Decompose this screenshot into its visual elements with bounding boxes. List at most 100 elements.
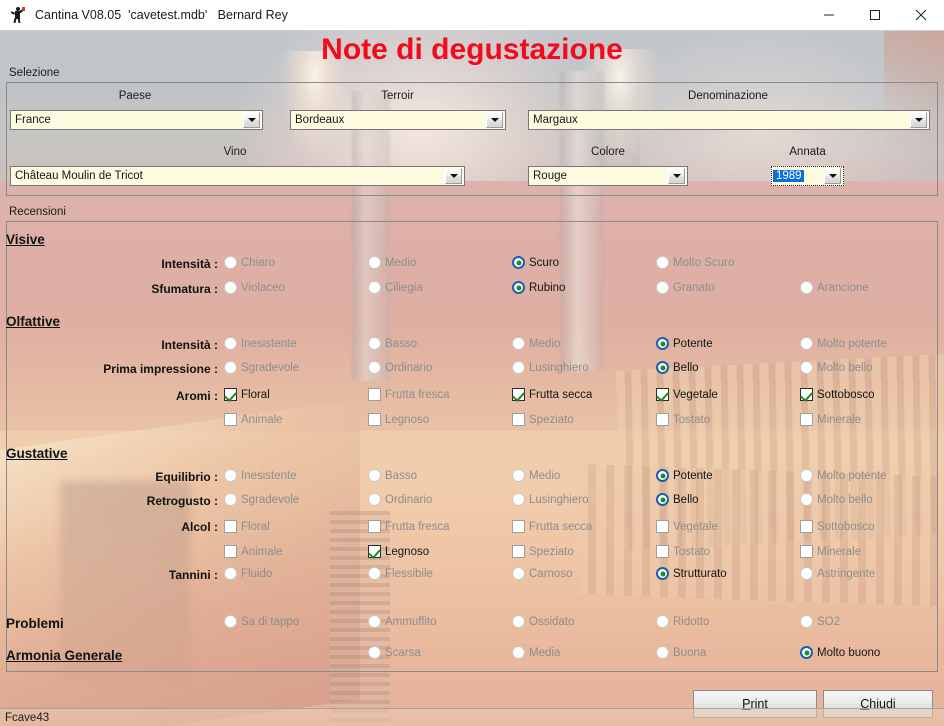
radio-rubino[interactable]: Rubino — [512, 281, 565, 294]
radio-icon[interactable] — [656, 337, 669, 350]
radio-inesistente[interactable]: Inesistente — [224, 337, 297, 350]
radio-molto-bello[interactable]: Molto bello — [800, 361, 873, 374]
radio-molto-potente[interactable]: Molto potente — [800, 469, 887, 482]
radio-sgradevole[interactable]: Sgradevole — [224, 361, 299, 374]
radio-icon[interactable] — [368, 337, 381, 350]
radio-molto-potente[interactable]: Molto potente — [800, 337, 887, 350]
radio-icon[interactable] — [224, 337, 237, 350]
checkbox-icon[interactable] — [368, 413, 381, 426]
radio-icon[interactable] — [224, 567, 237, 580]
radio-icon[interactable] — [224, 256, 237, 269]
radio-icon[interactable] — [368, 469, 381, 482]
radio-icon[interactable] — [656, 615, 669, 628]
radio-icon[interactable] — [368, 567, 381, 580]
checkbox-sottobosco[interactable]: Sottobosco — [800, 388, 875, 401]
close-icon[interactable] — [898, 0, 944, 30]
radio-buona[interactable]: Buona — [656, 646, 706, 659]
checkbox-icon[interactable] — [656, 520, 669, 533]
radio-icon[interactable] — [656, 646, 669, 659]
checkbox-icon[interactable] — [512, 388, 525, 401]
combo-vino[interactable]: Château Moulin de Tricot — [10, 166, 465, 186]
radio-sa-di-tappo[interactable]: Sa di tappo — [224, 615, 299, 628]
radio-ammuffito[interactable]: Ammuffito — [368, 615, 437, 628]
radio-icon[interactable] — [800, 493, 813, 506]
radio-icon[interactable] — [800, 281, 813, 294]
checkbox-speziato[interactable]: Speziato — [512, 545, 574, 558]
chevron-down-icon[interactable] — [824, 168, 841, 184]
radio-so2[interactable]: SO2 — [800, 615, 840, 628]
radio-lusinghiero[interactable]: Lusinghiero — [512, 361, 588, 374]
radio-molto-bello[interactable]: Molto bello — [800, 493, 873, 506]
radio-icon[interactable] — [512, 281, 525, 294]
radio-carnoso[interactable]: Carnoso — [512, 567, 572, 580]
combo-annata[interactable]: 1989 — [771, 166, 844, 186]
combo-paese[interactable]: France — [10, 110, 263, 130]
radio-ossidato[interactable]: Ossidato — [512, 615, 574, 628]
checkbox-icon[interactable] — [800, 413, 813, 426]
radio-flessibile[interactable]: Flessibile — [368, 567, 433, 580]
checkbox-vegetale[interactable]: Vegetale — [656, 388, 718, 401]
radio-astringente[interactable]: Astringente — [800, 567, 875, 580]
radio-icon[interactable] — [224, 281, 237, 294]
radio-media[interactable]: Media — [512, 646, 560, 659]
checkbox-icon[interactable] — [800, 545, 813, 558]
radio-icon[interactable] — [368, 615, 381, 628]
radio-icon[interactable] — [656, 281, 669, 294]
radio-potente[interactable]: Potente — [656, 469, 713, 482]
radio-icon[interactable] — [512, 646, 525, 659]
radio-fluido[interactable]: Fluido — [224, 567, 272, 580]
radio-icon[interactable] — [368, 361, 381, 374]
checkbox-icon[interactable] — [512, 520, 525, 533]
radio-violaceo[interactable]: Violaceo — [224, 281, 285, 294]
radio-ciliegia[interactable]: Ciliegia — [368, 281, 423, 294]
radio-icon[interactable] — [800, 361, 813, 374]
radio-icon[interactable] — [800, 469, 813, 482]
checkbox-sottobosco[interactable]: Sottobosco — [800, 520, 875, 533]
checkbox-frutta-secca[interactable]: Frutta secca — [512, 520, 592, 533]
radio-basso[interactable]: Basso — [368, 469, 417, 482]
radio-bello[interactable]: Bello — [656, 361, 699, 374]
radio-icon[interactable] — [656, 567, 669, 580]
radio-icon[interactable] — [656, 469, 669, 482]
radio-chiaro[interactable]: Chiaro — [224, 256, 275, 269]
radio-sgradevole[interactable]: Sgradevole — [224, 493, 299, 506]
radio-icon[interactable] — [512, 469, 525, 482]
checkbox-icon[interactable] — [368, 520, 381, 533]
checkbox-icon[interactable] — [656, 413, 669, 426]
checkbox-icon[interactable] — [368, 388, 381, 401]
checkbox-icon[interactable] — [368, 545, 381, 558]
radio-icon[interactable] — [224, 493, 237, 506]
radio-scuro[interactable]: Scuro — [512, 256, 559, 269]
radio-molto-scuro[interactable]: Molto Scuro — [656, 256, 734, 269]
radio-potente[interactable]: Potente — [656, 337, 713, 350]
radio-scarsa[interactable]: Scarsa — [368, 646, 421, 659]
radio-icon[interactable] — [656, 361, 669, 374]
radio-icon[interactable] — [800, 567, 813, 580]
radio-arancione[interactable]: Arancione — [800, 281, 869, 294]
checkbox-icon[interactable] — [512, 545, 525, 558]
radio-inesistente[interactable]: Inesistente — [224, 469, 297, 482]
radio-icon[interactable] — [800, 615, 813, 628]
checkbox-icon[interactable] — [656, 388, 669, 401]
radio-icon[interactable] — [512, 615, 525, 628]
radio-icon[interactable] — [224, 469, 237, 482]
radio-icon[interactable] — [224, 361, 237, 374]
radio-icon[interactable] — [368, 256, 381, 269]
checkbox-icon[interactable] — [224, 520, 237, 533]
radio-icon[interactable] — [512, 361, 525, 374]
chevron-down-icon[interactable] — [445, 168, 462, 184]
radio-icon[interactable] — [800, 646, 813, 659]
radio-icon[interactable] — [512, 256, 525, 269]
radio-icon[interactable] — [512, 337, 525, 350]
checkbox-icon[interactable] — [800, 520, 813, 533]
radio-basso[interactable]: Basso — [368, 337, 417, 350]
checkbox-legnoso[interactable]: Legnoso — [368, 413, 429, 426]
combo-colore[interactable]: Rouge — [528, 166, 688, 186]
checkbox-minerale[interactable]: Minerale — [800, 545, 861, 558]
radio-icon[interactable] — [512, 493, 525, 506]
radio-granato[interactable]: Granato — [656, 281, 715, 294]
checkbox-floral[interactable]: Floral — [224, 388, 270, 401]
checkbox-icon[interactable] — [224, 545, 237, 558]
checkbox-tostato[interactable]: Tostato — [656, 413, 710, 426]
chevron-down-icon[interactable] — [243, 112, 260, 128]
